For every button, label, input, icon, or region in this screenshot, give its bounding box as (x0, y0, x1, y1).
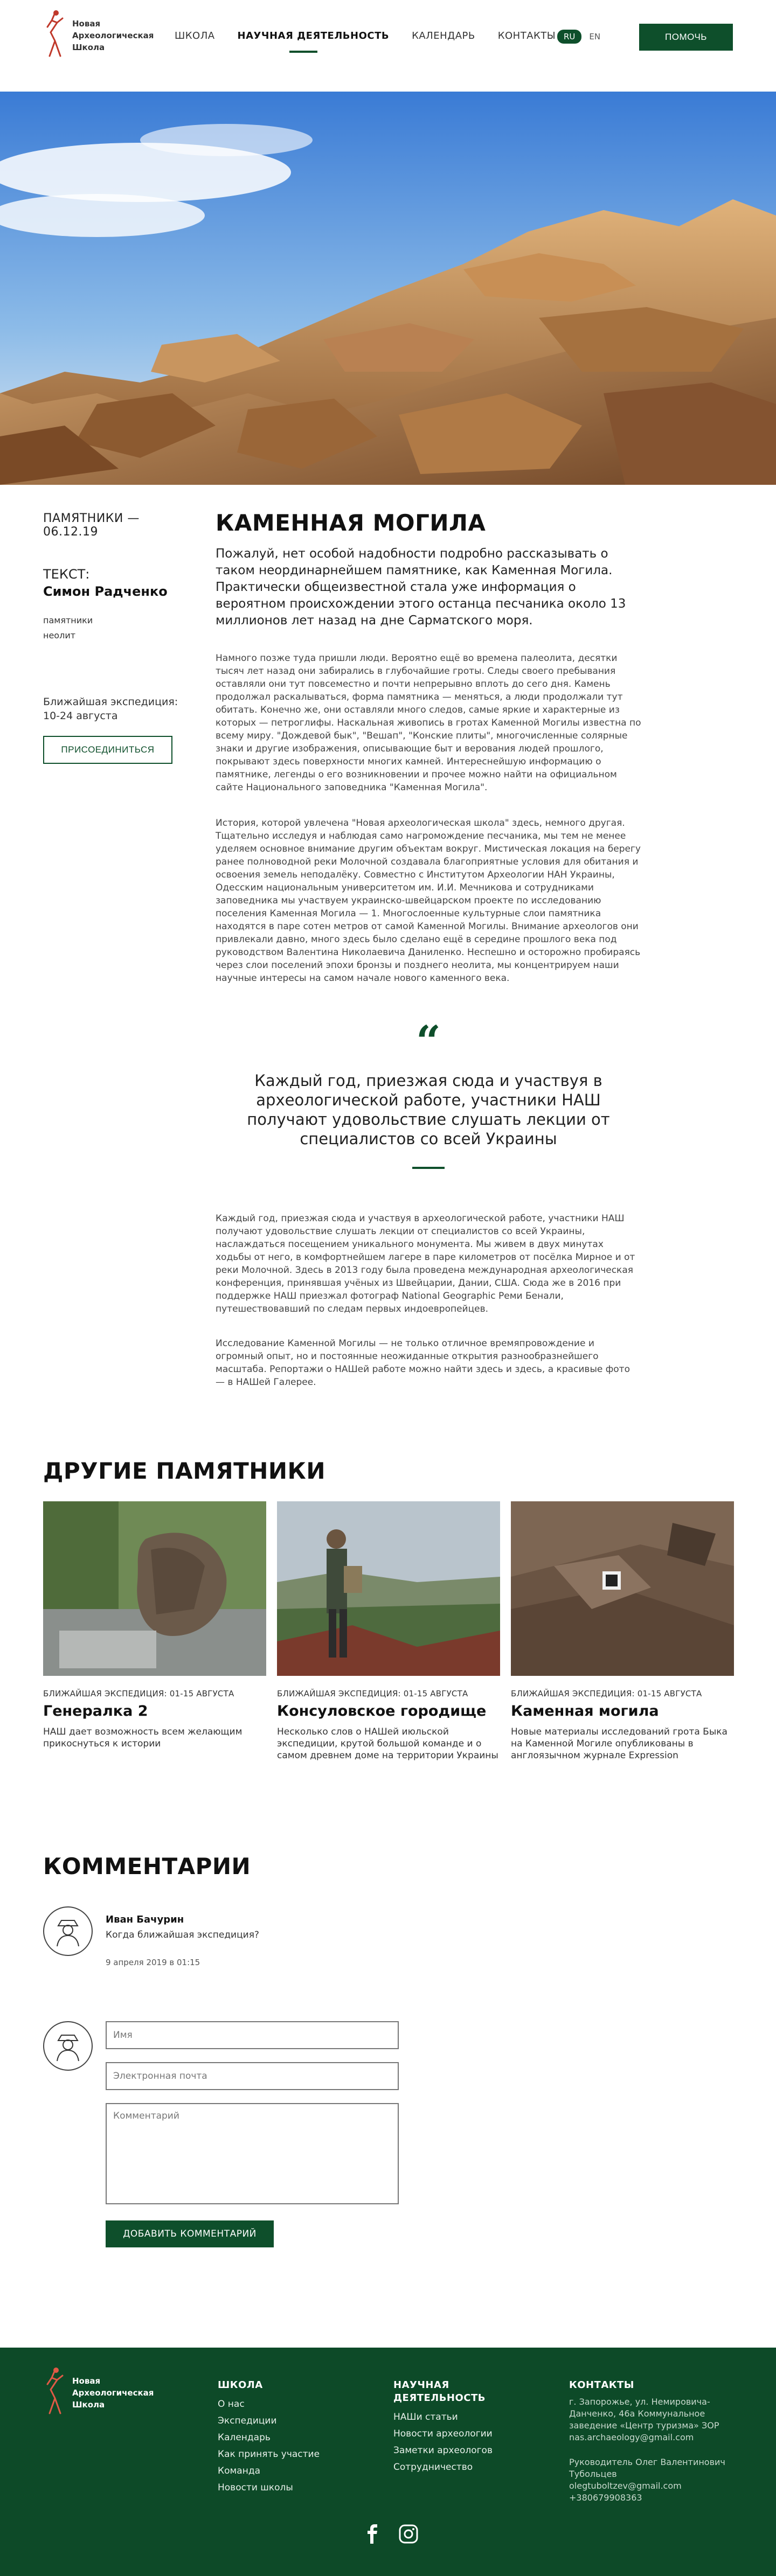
quote-divider (412, 1167, 445, 1169)
footer-link[interactable]: Сотрудничество (393, 2459, 496, 2476)
next-expedition: Ближайшая экспедиция: 10-24 августа (43, 696, 178, 722)
language-switcher: RU EN (557, 30, 600, 44)
footer-link[interactable]: Как принять участие (218, 2446, 358, 2463)
logo-figure-icon (46, 10, 64, 57)
tag-list: памятники неолит (43, 613, 183, 643)
card-title[interactable]: Каменная могила (511, 1703, 734, 1719)
footer-link[interactable]: Новости археологии (393, 2426, 496, 2442)
footer-address: г. Запорожье, ул. Немировича-Данченко, 4… (569, 2397, 719, 2442)
instagram-icon[interactable] (397, 2522, 420, 2546)
article-date: ПАМЯТНИКИ — 06.12.19 (43, 512, 140, 539)
name-field[interactable] (106, 2021, 399, 2049)
monument-card[interactable]: БЛИЖАЙШАЯ ЭКСПЕДИЦИЯ: 01-15 АВГУСТА Гене… (43, 1501, 266, 1762)
quote-text: Каждый год, приезжая сюда и участвуя в а… (247, 1071, 610, 1148)
monument-cards: БЛИЖАЙШАЯ ЭКСПЕДИЦИЯ: 01-15 АВГУСТА Гене… (43, 1501, 776, 1762)
avatar (43, 1906, 93, 1956)
footer-heading: ШКОЛА (218, 2379, 263, 2391)
logo-text: Новая Археологическая Школа (72, 19, 154, 52)
article-title: КАМЕННАЯ МОГИЛА (216, 510, 486, 536)
comment-field[interactable] (106, 2103, 399, 2204)
user-icon (57, 2035, 79, 2062)
article-sidebar: ПАМЯТНИКИ — 06.12.19 ТЕКСТ: Симон Радчен… (43, 512, 183, 764)
footer-link[interactable]: Экспедиции (218, 2413, 358, 2429)
card-meta: БЛИЖАЙШАЯ ЭКСПЕДИЦИЯ: 01-15 АВГУСТА (43, 1689, 234, 1698)
card-description: Несколько слов о НАШей июльской экспедиц… (277, 1726, 498, 1761)
card-image[interactable] (43, 1501, 266, 1676)
nav-calendar[interactable]: КАЛЕНДАРЬ (412, 30, 475, 41)
monument-card[interactable]: БЛИЖАЙШАЯ ЭКСПЕДИЦИЯ: 01-15 АВГУСТА Конс… (277, 1501, 500, 1762)
footer-school-column: ШКОЛА О нас Экспедиции Календарь Как при… (218, 2379, 358, 2496)
logo-text: Новая Археологическая Школа (72, 2376, 154, 2410)
user-icon (57, 1920, 79, 1947)
nav-science[interactable]: НАУЧНАЯ ДЕЯТЕЛЬНОСТЬ (238, 30, 390, 53)
hero-rocks-illustration (0, 92, 776, 485)
footer-person: Руководитель Олег Валентинович Тубольцев… (569, 2457, 725, 2503)
card-title[interactable]: Консуловское городище (277, 1703, 500, 1719)
card-meta: БЛИЖАЙШАЯ ЭКСПЕДИЦИЯ: 01-15 АВГУСТА (511, 1689, 702, 1698)
site-footer: Новая Археологическая Школа ШКОЛА О нас … (0, 2348, 776, 2576)
card-description: Новые материалы исследований грота Быка … (511, 1726, 728, 1761)
help-button[interactable]: ПОМОЧЬ (639, 24, 733, 51)
main-nav: ШКОЛА НАУЧНАЯ ДЕЯТЕЛЬНОСТЬ КАЛЕНДАРЬ КОН… (175, 30, 556, 53)
comment-date: 9 апреля 2019 в 01:15 (106, 1958, 200, 1967)
site-header: Новая Археологическая Школа ШКОЛА НАУЧНА… (0, 0, 776, 92)
comment: Иван Бачурин Когда ближайшая экспедиция?… (43, 1906, 776, 1967)
footer-logo[interactable]: Новая Археологическая Школа (43, 2366, 154, 2420)
quote-icon: “ (415, 1016, 441, 1067)
footer-link[interactable]: Новости школы (218, 2480, 358, 2496)
article: ПАМЯТНИКИ — 06.12.19 ТЕКСТ: Симон Радчен… (0, 485, 776, 1389)
comment-form: ДОБАВИТЬ КОММЕНТАРИЙ (43, 2021, 776, 2247)
article-paragraph: Намного позже туда пришли люди. Вероятно… (216, 653, 641, 793)
footer-link[interactable]: Заметки археологов (393, 2442, 496, 2459)
social-links (361, 2522, 420, 2546)
section-title: ДРУГИЕ ПАМЯТНИКИ (43, 1458, 326, 1484)
card-image[interactable] (277, 1501, 500, 1676)
email-field[interactable] (106, 2062, 399, 2090)
footer-heading: НАУЧНАЯ ДЕЯТЕЛЬНОСТЬ (393, 2379, 486, 2404)
card-title[interactable]: Генералка 2 (43, 1703, 266, 1719)
nav-school[interactable]: ШКОЛА (175, 30, 215, 41)
facebook-icon[interactable] (361, 2522, 385, 2546)
footer-link[interactable]: НАШи статьи (393, 2409, 496, 2426)
card-meta: БЛИЖАЙШАЯ ЭКСПЕДИЦИЯ: 01-15 АВГУСТА (277, 1689, 468, 1698)
comment-author: Иван Бачурин (106, 1914, 184, 1925)
footer-heading: КОНТАКТЫ (569, 2379, 634, 2391)
add-comment-button[interactable]: ДОБАВИТЬ КОММЕНТАРИЙ (106, 2220, 274, 2247)
avatar (43, 2021, 93, 2071)
card-description: НАШ дает возможность всем желающим прико… (43, 1726, 242, 1749)
logo-figure-icon (46, 2368, 64, 2414)
footer-link[interactable]: О нас (218, 2396, 358, 2413)
comments-section: КОММЕНТАРИИ Иван Бачурин Когда ближайшая… (0, 1853, 776, 2247)
other-monuments: ДРУГИЕ ПАМЯТНИКИ БЛИЖАЙШАЯ ЭКСПЕДИЦИЯ: 0… (0, 1458, 776, 1762)
tag[interactable]: неолит (43, 628, 183, 643)
article-body: КАМЕННАЯ МОГИЛА Пожалуй, нет особой надо… (216, 485, 641, 1389)
article-paragraph: Каждый год, приезжая сюда и участвуя в а… (216, 1213, 635, 1314)
article-lead: Пожалуй, нет особой надобности подробно … (216, 547, 626, 628)
footer-science-column: НАУЧНАЯ ДЕЯТЕЛЬНОСТЬ НАШи статьи Новости… (393, 2379, 496, 2476)
tag[interactable]: памятники (43, 613, 183, 628)
hero-image (0, 92, 776, 485)
comment-text: Когда ближайшая экспедиция? (106, 1930, 259, 1940)
lang-en[interactable]: EN (589, 32, 600, 41)
footer-contacts-column: КОНТАКТЫ г. Запорожье, ул. Немировича-Да… (569, 2379, 731, 2504)
footer-link[interactable]: Календарь (218, 2429, 358, 2446)
card-image[interactable] (511, 1501, 734, 1676)
author-label: ТЕКСТ: (43, 567, 90, 582)
join-button[interactable]: ПРИСОЕДИНИТЬСЯ (43, 736, 172, 764)
article-paragraph: Исследование Каменной Могилы — не только… (216, 1338, 630, 1388)
author-name[interactable]: Симон Радченко (43, 584, 183, 599)
nav-contacts[interactable]: КОНТАКТЫ (498, 30, 556, 41)
section-title: КОММЕНТАРИИ (43, 1853, 251, 1879)
pull-quote: “ Каждый год, приезжая сюда и участвуя в… (216, 1016, 641, 1169)
lang-ru[interactable]: RU (557, 30, 582, 44)
footer-link[interactable]: Команда (218, 2463, 358, 2480)
monument-card[interactable]: БЛИЖАЙШАЯ ЭКСПЕДИЦИЯ: 01-15 АВГУСТА Каме… (511, 1501, 734, 1762)
article-paragraph: История, которой увлечена "Новая археоло… (216, 818, 641, 984)
logo[interactable]: Новая Археологическая Школа (43, 9, 154, 62)
form-fields: ДОБАВИТЬ КОММЕНТАРИЙ (106, 2021, 399, 2247)
